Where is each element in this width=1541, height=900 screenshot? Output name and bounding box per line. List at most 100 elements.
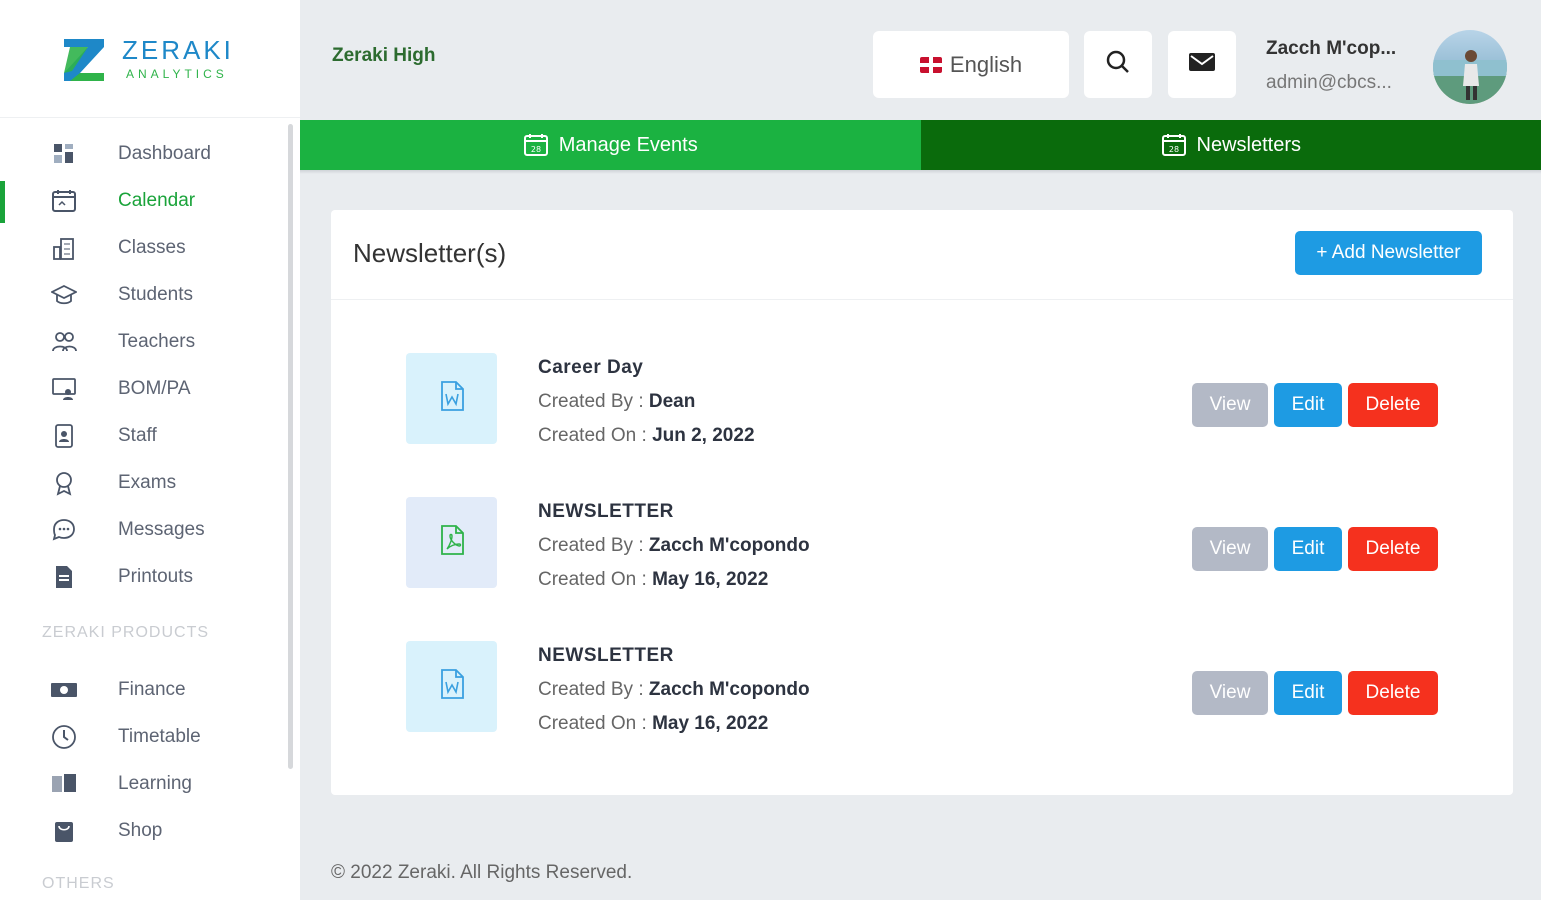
created-by-label: Created By : bbox=[538, 679, 649, 700]
list-item: NEWSLETTER Created By : Zacch M'copondo … bbox=[331, 641, 1513, 761]
people-icon bbox=[50, 328, 78, 356]
calendar-icon bbox=[50, 187, 78, 215]
avatar[interactable] bbox=[1433, 30, 1507, 104]
tab-newsletters[interactable]: 28 Newsletters bbox=[920, 120, 1541, 170]
sidebar-item-label: Dashboard bbox=[118, 142, 211, 164]
tab-label: Manage Events bbox=[558, 133, 698, 156]
sidebar-item-label: Calendar bbox=[118, 189, 196, 211]
graduation-cap-icon bbox=[50, 281, 78, 309]
sidebar-item-printouts[interactable]: Printouts bbox=[0, 553, 292, 600]
logo[interactable]: ZERAKI ANALYTICS bbox=[0, 0, 300, 118]
list-item: NEWSLETTER Created By : Zacch M'copondo … bbox=[331, 497, 1513, 617]
tab-manage-events[interactable]: 28 Manage Events bbox=[300, 120, 921, 170]
newsletter-info: Career Day Created By : Dean Created On … bbox=[538, 357, 755, 447]
sidebar-item-label: Learning bbox=[118, 772, 192, 794]
sidebar-item-label: Shop bbox=[118, 819, 163, 841]
file-thumbnail[interactable] bbox=[406, 353, 497, 444]
delete-button[interactable]: Delete bbox=[1348, 383, 1438, 427]
created-date: May 16, 2022 bbox=[652, 713, 769, 734]
created-date: May 16, 2022 bbox=[652, 569, 769, 590]
sidebar-item-label: Finance bbox=[118, 678, 186, 700]
add-newsletter-button[interactable]: + Add Newsletter bbox=[1295, 231, 1482, 275]
delete-button[interactable]: Delete bbox=[1348, 527, 1438, 571]
sidebar-item-label: BOM/PA bbox=[118, 377, 191, 399]
mail-button[interactable] bbox=[1168, 31, 1236, 98]
card-title: Newsletter(s) bbox=[353, 238, 507, 268]
card-header: Newsletter(s) + Add Newsletter bbox=[331, 210, 1513, 300]
presentation-icon bbox=[50, 375, 78, 403]
file-thumbnail[interactable] bbox=[406, 497, 497, 588]
tab-shadow bbox=[300, 170, 1541, 174]
dashboard-icon bbox=[50, 140, 78, 168]
newsletter-name: NEWSLETTER bbox=[538, 501, 674, 522]
edit-button[interactable]: Edit bbox=[1274, 527, 1342, 571]
language-selector[interactable]: English bbox=[873, 31, 1069, 98]
brand-tagline: ANALYTICS bbox=[126, 66, 228, 81]
tab-bar: 28 Manage Events 28 Newsletters bbox=[300, 120, 1541, 170]
edit-button[interactable]: Edit bbox=[1274, 383, 1342, 427]
list-item: Career Day Created By : Dean Created On … bbox=[331, 353, 1513, 473]
view-button[interactable]: View bbox=[1192, 671, 1268, 715]
sidebar-item-messages[interactable]: Messages bbox=[0, 506, 292, 553]
created-by-label: Created By : bbox=[538, 535, 649, 556]
sidebar-item-finance[interactable]: Finance bbox=[0, 666, 292, 713]
newsletter-info: NEWSLETTER Created By : Zacch M'copondo … bbox=[538, 501, 810, 591]
svg-text:28: 28 bbox=[1168, 145, 1178, 154]
delete-button[interactable]: Delete bbox=[1348, 671, 1438, 715]
language-label: English bbox=[949, 51, 1023, 77]
sidebar-item-staff[interactable]: Staff bbox=[0, 412, 292, 459]
newsletter-name: NEWSLETTER bbox=[538, 645, 674, 666]
building-icon bbox=[50, 234, 78, 262]
sidebar-scrollbar[interactable] bbox=[288, 124, 293, 769]
sidebar-item-timetable[interactable]: Timetable bbox=[0, 713, 292, 760]
view-button[interactable]: View bbox=[1192, 527, 1268, 571]
file-thumbnail[interactable] bbox=[406, 641, 497, 732]
section-title-products: ZERAKI PRODUCTS bbox=[42, 624, 210, 641]
created-on-label: Created On : bbox=[538, 569, 653, 590]
id-badge-icon bbox=[50, 422, 78, 450]
sidebar-item-label: Teachers bbox=[118, 330, 196, 352]
created-by-label: Created By : bbox=[538, 391, 649, 412]
document-icon bbox=[50, 563, 78, 591]
sidebar-item-teachers[interactable]: Teachers bbox=[0, 318, 292, 365]
sidebar-item-shop[interactable]: Shop bbox=[0, 807, 292, 854]
sidebar-item-dashboard[interactable]: Dashboard bbox=[0, 130, 292, 177]
tab-label: Newsletters bbox=[1196, 133, 1301, 156]
brand-name: ZERAKI bbox=[122, 34, 234, 65]
sidebar-item-exams[interactable]: Exams bbox=[0, 459, 292, 506]
clock-icon bbox=[50, 723, 78, 751]
newsletter-info: NEWSLETTER Created By : Zacch M'copondo … bbox=[538, 645, 810, 735]
sidebar-item-bompa[interactable]: BOM/PA bbox=[0, 365, 292, 412]
author-name: Zacch M'copondo bbox=[648, 535, 810, 556]
sidebar-nav: Dashboard Calendar Classes Students Teac… bbox=[0, 130, 292, 900]
mail-icon bbox=[1188, 51, 1216, 78]
svg-text:28: 28 bbox=[531, 145, 541, 154]
created-on: Created On : May 16, 2022 bbox=[538, 569, 810, 591]
created-on: Created On : Jun 2, 2022 bbox=[538, 425, 755, 447]
sidebar-item-classes[interactable]: Classes bbox=[0, 224, 292, 271]
money-icon bbox=[50, 676, 78, 704]
newsletter-name: Career Day bbox=[538, 357, 644, 378]
created-on-label: Created On : bbox=[538, 713, 653, 734]
search-button[interactable] bbox=[1084, 31, 1152, 98]
sidebar-item-label: Classes bbox=[118, 236, 186, 258]
sidebar-item-label: Staff bbox=[118, 424, 157, 446]
search-icon bbox=[1105, 49, 1131, 80]
calendar-icon: 28 bbox=[523, 132, 549, 158]
uk-flag-icon bbox=[919, 56, 942, 73]
author-name: Zacch M'copondo bbox=[648, 679, 810, 700]
sidebar-item-students[interactable]: Students bbox=[0, 271, 292, 318]
user-info[interactable]: Zacch M'cop... admin@cbcs... bbox=[1266, 38, 1396, 94]
edit-button[interactable]: Edit bbox=[1274, 671, 1342, 715]
sidebar-item-calendar[interactable]: Calendar bbox=[0, 177, 292, 224]
sidebar-item-learning[interactable]: Learning bbox=[0, 760, 292, 807]
top-header: Zeraki High English Zacch M'cop... admin… bbox=[300, 0, 1541, 120]
user-email: admin@cbcs... bbox=[1266, 72, 1392, 93]
view-button[interactable]: View bbox=[1192, 383, 1268, 427]
row-actions: View Edit Delete bbox=[1192, 671, 1438, 715]
footer-copyright: © 2022 Zeraki. All Rights Reserved. bbox=[331, 862, 633, 883]
chat-icon bbox=[50, 516, 78, 544]
book-icon bbox=[50, 770, 78, 798]
created-on: Created On : May 16, 2022 bbox=[538, 713, 810, 735]
created-by: Created By : Zacch M'copondo bbox=[538, 679, 810, 701]
